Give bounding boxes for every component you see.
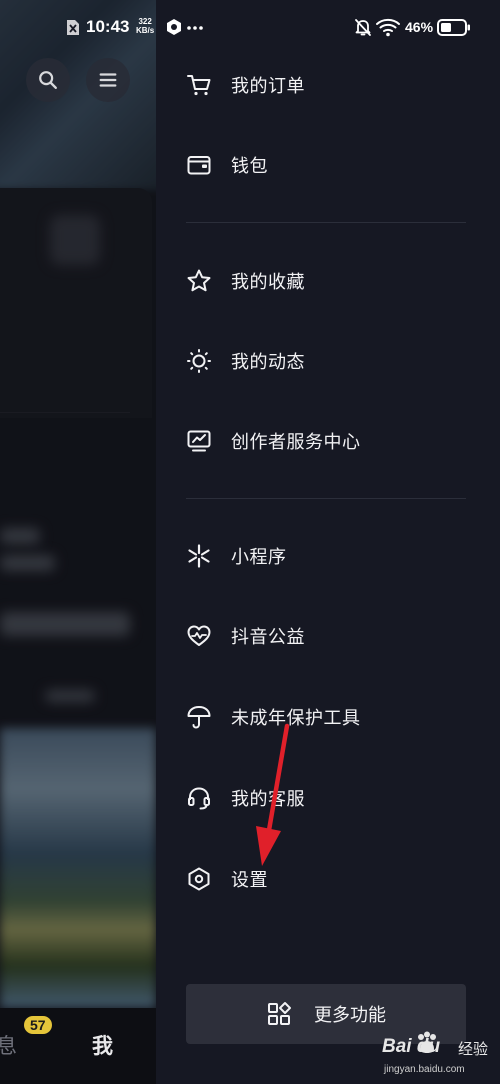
baidu-jingyan-watermark: Bai du 经验 jingyan.baidu.com — [378, 1030, 498, 1080]
annotation-arrow — [256, 723, 290, 866]
network-speed-value: 322 — [138, 17, 152, 26]
network-speed: 322 KB/s — [136, 17, 154, 35]
arrow-shaft — [265, 723, 290, 839]
wifi-icon — [376, 18, 400, 37]
sim-disabled-icon — [67, 20, 79, 35]
watermark-url: jingyan.baidu.com — [384, 1064, 465, 1075]
status-bar: 10:43 322 KB/s 46% — [0, 0, 500, 56]
bell-muted-icon — [355, 19, 371, 36]
network-speed-unit: KB/s — [136, 26, 155, 35]
watermark-suffix: 经验 — [458, 1041, 489, 1058]
paw-logo-icon — [418, 1031, 436, 1053]
more-notifications-icon — [187, 26, 203, 30]
battery-icon — [437, 19, 470, 36]
status-time: 10:43 — [86, 17, 130, 36]
arrow-head — [256, 826, 281, 866]
battery-percent: 46% — [405, 19, 434, 35]
app-notification-icon — [167, 19, 181, 35]
